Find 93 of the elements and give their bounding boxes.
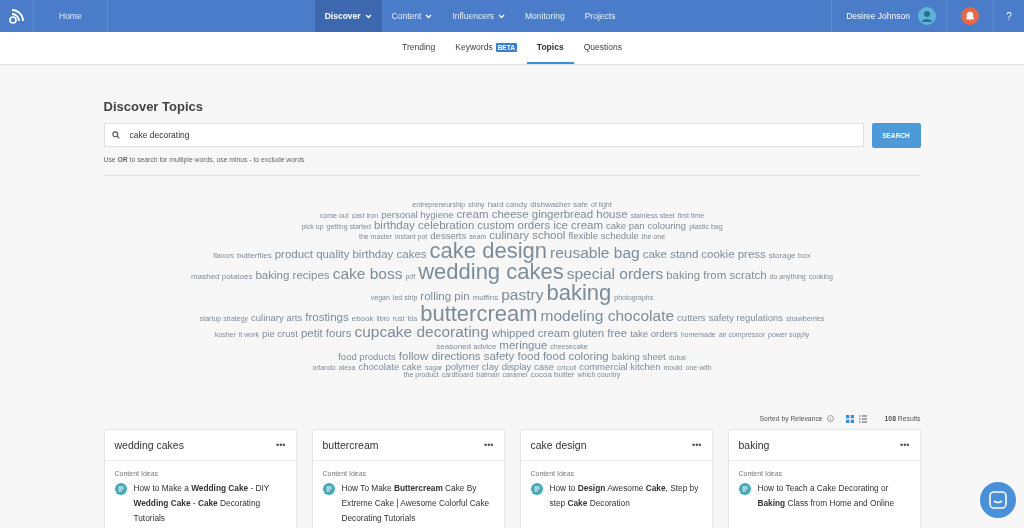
card-title[interactable]: baking — [738, 438, 770, 451]
cloud-word[interactable]: polymer clay — [445, 361, 499, 371]
cloud-word[interactable]: butterflies — [236, 252, 272, 260]
content-idea-link[interactable]: How to Design Awesome Cake, Step by step Cake Decoration — [549, 480, 702, 511]
cloud-word[interactable]: pastry — [501, 288, 544, 303]
cloud-word[interactable]: reusable bag — [550, 246, 640, 262]
nav-tab[interactable]: Projects — [574, 0, 626, 32]
cloud-word[interactable]: gluten free — [572, 327, 628, 339]
cloud-word[interactable]: cream cheese — [456, 208, 529, 220]
subnav-tab[interactable]: Questions — [573, 32, 632, 64]
more-button[interactable]: ••• — [484, 439, 494, 450]
cloud-word[interactable]: food products — [338, 351, 396, 361]
cloud-word[interactable]: wedding cakes — [418, 262, 564, 284]
cloud-word[interactable]: cake pan — [606, 220, 645, 230]
cloud-word[interactable]: birthday celebration — [373, 219, 475, 231]
cloud-word[interactable]: mashed potatoes — [191, 273, 253, 281]
cloud-word[interactable]: baking from scratch — [666, 270, 767, 282]
nav-tab[interactable]: Influencers — [442, 0, 515, 32]
cloud-word[interactable]: frostings — [305, 312, 349, 323]
cloud-word[interactable]: flexible schedule — [568, 231, 639, 241]
cloud-word[interactable]: cricut — [557, 363, 577, 372]
cloud-word[interactable]: ice cream — [553, 219, 604, 231]
more-button[interactable]: ••• — [900, 439, 910, 450]
cloud-word[interactable]: commercial kitchen — [579, 361, 661, 371]
more-button[interactable]: ••• — [692, 439, 702, 450]
cloud-word[interactable]: cake boss — [332, 267, 403, 282]
cloud-word[interactable]: colouring — [647, 220, 687, 230]
cloud-word[interactable]: baking sheet — [611, 351, 666, 361]
nav-tab[interactable]: Monitoring — [515, 0, 575, 32]
cloud-word[interactable]: gingerbread house — [531, 208, 628, 220]
card-title[interactable]: cake design — [530, 438, 587, 451]
cloud-word[interactable]: cookie press — [701, 249, 766, 261]
document-icon — [530, 482, 543, 495]
cloud-word[interactable]: follow directions — [398, 350, 481, 362]
cloud-word[interactable]: desserts — [430, 231, 467, 241]
cloud-word[interactable]: safety regulations — [708, 313, 784, 323]
cloud-word[interactable]: baking recipes — [255, 270, 330, 282]
cloud-word[interactable]: cocoa butter — [530, 371, 575, 379]
cloud-word[interactable]: custom orders — [477, 219, 551, 231]
chat-button[interactable] — [980, 482, 1016, 518]
subnav-tab[interactable]: Trending — [392, 32, 446, 64]
cloud-word[interactable]: special orders — [566, 267, 664, 282]
cloud-word[interactable]: cutters — [677, 313, 706, 323]
cloud-word[interactable]: chocolate cake — [358, 361, 422, 371]
card-title[interactable]: buttercream — [322, 438, 379, 451]
cloud-word[interactable]: baking — [546, 283, 612, 305]
user-name[interactable]: Desiree Johnson — [846, 11, 910, 21]
cloud-word[interactable]: buttercream — [420, 304, 538, 325]
content-idea-link[interactable]: How to Make a Wedding Cake - DIY Wedding Cake - Cake Decorating Tutorials — [133, 480, 286, 526]
nav-tab[interactable]: Content — [381, 0, 443, 32]
notification-bell-icon[interactable] — [961, 7, 979, 25]
cloud-word[interactable]: cake design — [429, 241, 548, 263]
more-button[interactable]: ••• — [276, 439, 286, 450]
page-title: Discover Topics — [103, 99, 204, 114]
subnav-tab[interactable]: Topics — [526, 32, 574, 64]
cloud-word[interactable]: personal hygiene — [381, 209, 454, 219]
cloud-word[interactable]: cupcake decorating — [354, 324, 489, 340]
cloud-word[interactable]: ebook — [351, 315, 374, 323]
cloud-word[interactable]: rolling pin — [420, 291, 470, 303]
cloud-word[interactable]: culinary arts — [251, 313, 303, 323]
cloud-word[interactable]: whipped cream — [491, 327, 570, 339]
cloud-word[interactable]: muffins — [472, 294, 499, 302]
grid-view-icon[interactable] — [845, 414, 854, 423]
document-icon — [114, 482, 127, 495]
cloud-word[interactable]: product quality — [274, 249, 350, 261]
cloud-word[interactable]: seasoned advice — [436, 342, 497, 351]
cloud-word[interactable]: hard candy — [487, 201, 528, 209]
chat-icon — [989, 491, 1007, 509]
cloud-word[interactable]: cake stand — [642, 249, 699, 261]
cloud-word[interactable]: petit fours — [300, 327, 352, 339]
content-idea-link[interactable]: How to Teach a Cake Decorating or Baking Class from Home and Online — [757, 480, 910, 511]
cloud-word[interactable]: dishwasher safe — [530, 201, 589, 209]
cloud-word[interactable]: storage box — [768, 252, 811, 260]
search-field[interactable]: cake decorating — [103, 123, 864, 147]
nav-tab[interactable]: Discover — [314, 0, 382, 32]
cloud-word[interactable]: modeling chocolate — [540, 309, 675, 324]
cloud-word[interactable]: display case — [501, 361, 554, 371]
info-icon[interactable] — [826, 415, 834, 423]
cloud-word[interactable]: pie crust — [262, 328, 298, 338]
help-button[interactable]: ? — [994, 9, 1024, 23]
card-title[interactable]: wedding cakes — [114, 438, 184, 451]
avatar-icon[interactable] — [918, 7, 936, 25]
cloud-word[interactable]: take orders — [630, 328, 678, 338]
cloud-word[interactable]: meringue — [499, 339, 548, 351]
list-view-icon[interactable] — [858, 414, 867, 423]
cloud-word[interactable]: culinary school — [489, 230, 566, 242]
content-idea-link[interactable]: How To Make Buttercream Cake By Extreme Cake | Awesome Colorful Cake Decorating Tutorials — [341, 480, 494, 526]
logo-icon[interactable] — [8, 8, 25, 24]
document-icon — [322, 482, 335, 495]
cloud-word[interactable]: birthday cakes — [352, 249, 427, 261]
cloud-word[interactable]: safety food — [483, 350, 540, 362]
cloud-word[interactable]: food coloring — [542, 350, 609, 362]
document-icon — [738, 482, 751, 495]
